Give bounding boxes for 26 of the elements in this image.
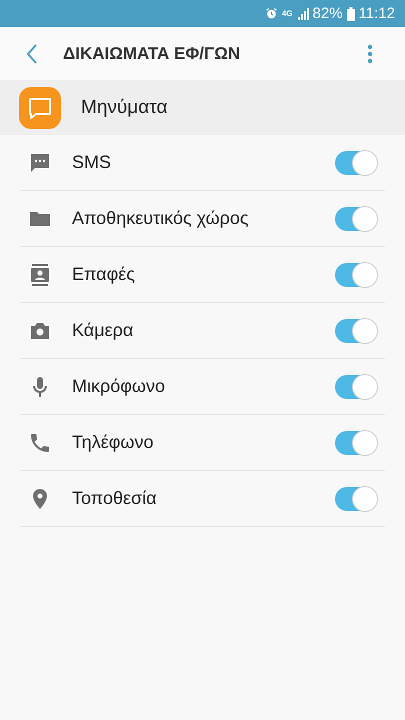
permission-label: Τηλέφωνο	[72, 432, 154, 453]
more-options-icon[interactable]	[367, 44, 373, 64]
toggle-switch[interactable]	[335, 206, 377, 230]
clock-time: 11:12	[358, 5, 395, 22]
toggle-switch[interactable]	[335, 486, 377, 510]
toggle-switch[interactable]	[335, 262, 377, 286]
network-type: 4G	[282, 9, 293, 18]
back-button[interactable]	[25, 42, 39, 64]
toggle-switch[interactable]	[335, 374, 377, 398]
app-icon	[19, 86, 61, 128]
signal-icon	[296, 8, 309, 20]
permission-label: SMS	[72, 152, 112, 173]
battery-percent: 82%	[312, 5, 343, 22]
permission-label: Αποθηκευτικός χώρος	[72, 208, 250, 229]
screen-title: ΔΙΚΑΙΩΜΑΤΑ ΕΦ/ΓΩΝ	[63, 44, 242, 64]
contact-card-icon	[28, 262, 52, 286]
toggle-switch[interactable]	[335, 150, 377, 174]
battery-icon	[346, 6, 355, 20]
alarm-icon	[264, 7, 278, 20]
permission-label: Μικρόφωνο	[72, 376, 166, 397]
toggle-switch[interactable]	[335, 430, 377, 454]
permission-label: Επαφές	[72, 264, 136, 285]
permission-label: Κάμερα	[72, 320, 134, 341]
toggle-switch[interactable]	[335, 318, 377, 342]
app-name: Μηνύματα	[81, 96, 168, 118]
permission-label: Τοποθεσία	[72, 488, 158, 509]
